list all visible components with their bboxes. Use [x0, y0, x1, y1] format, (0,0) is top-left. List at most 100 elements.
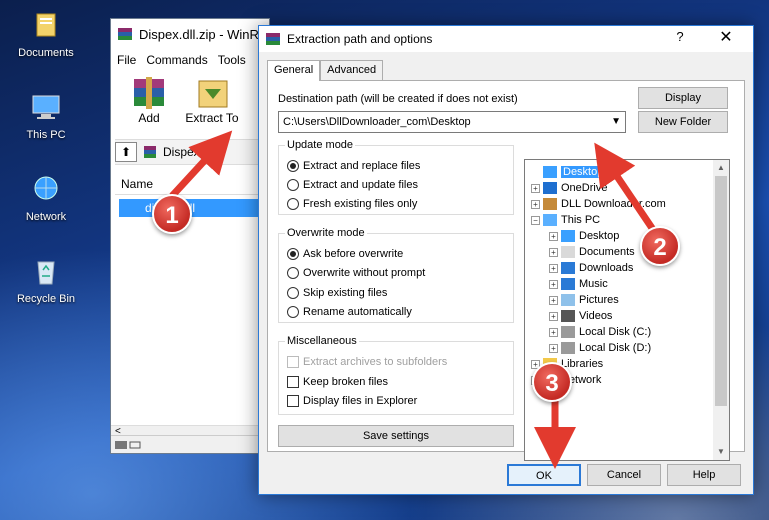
expand-icon[interactable]: +: [549, 247, 558, 257]
tree-item[interactable]: + Documents: [549, 244, 635, 260]
collapse-icon[interactable]: −: [531, 215, 540, 225]
winrar-app-icon: [266, 33, 280, 45]
winrar-window: Dispex.dll.zip - WinR File Commands Tool…: [110, 18, 270, 454]
radio-button[interactable]: [287, 179, 299, 191]
tree-item[interactable]: + OneDrive: [531, 180, 607, 196]
radio-label: Ask before overwrite: [303, 248, 404, 260]
menu-commands[interactable]: Commands: [146, 53, 207, 67]
menu-file[interactable]: File: [117, 53, 136, 67]
tab-general[interactable]: General: [267, 60, 321, 81]
checkbox[interactable]: [287, 395, 299, 407]
pictures-icon: [561, 294, 575, 306]
close-button[interactable]: ✕: [711, 27, 741, 47]
destination-path-combobox[interactable]: C:\Users\DllDownloader_com\Desktop ▼: [278, 111, 626, 133]
tree-item[interactable]: + Pictures: [549, 292, 619, 308]
folder-tree[interactable]: Desktop + OneDrive + DLL Downloader.com − This…: [524, 159, 730, 461]
miscellaneous-title: Miscellaneous: [285, 335, 359, 347]
radio-skip-existing[interactable]: Skip existing files: [287, 287, 387, 299]
tree-item-label: Local Disk (D:): [579, 342, 652, 354]
videos-icon: [561, 310, 575, 322]
annotation-badge-2: 2: [640, 226, 680, 266]
annotation-badge-3: 3: [532, 362, 572, 402]
checkbox-display-in-explorer[interactable]: Display files in Explorer: [287, 395, 417, 407]
scroll-up-icon[interactable]: ▲: [713, 160, 729, 176]
tab-advanced[interactable]: Advanced: [320, 60, 384, 80]
radio-label: Rename automatically: [303, 306, 412, 318]
column-header-name[interactable]: Name: [115, 173, 269, 195]
radio-button[interactable]: [287, 306, 299, 318]
file-row[interactable]: dispex.dll: [119, 199, 269, 217]
tree-item[interactable]: + DLL Downloader.com: [531, 196, 666, 212]
tree-item-label: Music: [579, 278, 608, 290]
expand-icon[interactable]: +: [531, 183, 540, 193]
ok-button[interactable]: OK: [507, 464, 581, 486]
desktop-icon-this-pc[interactable]: This PC: [8, 92, 84, 141]
menu-tools[interactable]: Tools: [218, 53, 246, 67]
tree-item[interactable]: + Downloads: [549, 260, 633, 276]
expand-icon[interactable]: +: [549, 327, 558, 337]
extract-to-button[interactable]: Extract To: [183, 75, 241, 135]
up-folder-button[interactable]: ⬆: [115, 142, 137, 162]
tree-item[interactable]: + Local Disk (D:): [549, 340, 651, 356]
radio-button[interactable]: [287, 248, 299, 260]
extract-to-label: Extract To: [185, 111, 239, 125]
checkbox-label: Extract archives to subfolders: [303, 356, 448, 368]
radio-rename-automatically[interactable]: Rename automatically: [287, 306, 412, 318]
radio-label: Extract and update files: [303, 179, 418, 191]
tree-item[interactable]: + Music: [549, 276, 608, 292]
radio-label: Extract and replace files: [303, 160, 421, 172]
downloads-icon: [561, 262, 575, 274]
extraction-dialog: Extraction path and options ? ✕ General …: [258, 25, 754, 495]
radio-button[interactable]: [287, 267, 299, 279]
radio-extract-replace[interactable]: Extract and replace files: [287, 160, 420, 172]
cancel-button[interactable]: Cancel: [587, 464, 661, 486]
winrar-statusbar: [111, 435, 269, 453]
help-title-button[interactable]: ?: [665, 29, 695, 44]
expand-icon[interactable]: +: [549, 295, 558, 305]
scroll-thumb[interactable]: [715, 176, 727, 406]
update-mode-title: Update mode: [285, 139, 356, 151]
display-button[interactable]: Display: [638, 87, 728, 109]
radio-overwrite-without-prompt[interactable]: Overwrite without prompt: [287, 267, 425, 279]
tree-item[interactable]: + Videos: [549, 308, 612, 324]
help-button[interactable]: Help: [667, 464, 741, 486]
winrar-title: Dispex.dll.zip - WinR: [139, 26, 259, 42]
radio-fresh-existing[interactable]: Fresh existing files only: [287, 198, 417, 210]
archive-icon: [144, 146, 156, 158]
expand-icon[interactable]: +: [549, 311, 558, 321]
tree-vertical-scrollbar[interactable]: ▲ ▼: [713, 160, 729, 460]
tree-item-label: Downloads: [579, 262, 634, 274]
radio-extract-update[interactable]: Extract and update files: [287, 179, 418, 191]
checkbox-keep-broken[interactable]: Keep broken files: [287, 376, 388, 388]
radio-button[interactable]: [287, 160, 299, 172]
expand-icon[interactable]: +: [549, 279, 558, 289]
add-archive-icon: [134, 77, 164, 109]
tree-item-label: Documents: [579, 246, 635, 258]
expand-icon[interactable]: +: [549, 263, 558, 273]
tree-item-label: DLL Downloader.com: [561, 198, 666, 210]
radio-ask-before-overwrite[interactable]: Ask before overwrite: [287, 248, 403, 260]
desktop-icon-network[interactable]: Network: [8, 174, 84, 223]
desktop-icon-documents[interactable]: Documents: [8, 10, 84, 59]
tree-item[interactable]: + Desktop: [549, 228, 619, 244]
winrar-titlebar[interactable]: Dispex.dll.zip - WinR: [111, 19, 269, 49]
onedrive-icon: [543, 182, 557, 194]
add-button[interactable]: Add: [123, 75, 175, 135]
checkbox[interactable]: [287, 376, 299, 388]
radio-button[interactable]: [287, 198, 299, 210]
radio-label: Skip existing files: [303, 287, 388, 299]
tree-item-label: Videos: [579, 310, 613, 322]
radio-button[interactable]: [287, 287, 299, 299]
new-folder-button[interactable]: New Folder: [638, 111, 728, 133]
tree-item[interactable]: − This PC: [531, 212, 600, 228]
scroll-down-icon[interactable]: ▼: [713, 444, 729, 460]
dialog-titlebar[interactable]: Extraction path and options ? ✕: [259, 26, 753, 52]
tree-item[interactable]: + Local Disk (C:): [549, 324, 651, 340]
save-settings-button[interactable]: Save settings: [278, 425, 514, 447]
expand-icon[interactable]: +: [531, 199, 540, 209]
expand-icon[interactable]: +: [549, 343, 558, 353]
desktop-icon-recycle-bin[interactable]: Recycle Bin: [8, 256, 84, 305]
chevron-down-icon[interactable]: ▼: [611, 112, 621, 132]
expand-icon[interactable]: +: [549, 231, 558, 241]
tree-item[interactable]: Desktop: [531, 164, 606, 180]
